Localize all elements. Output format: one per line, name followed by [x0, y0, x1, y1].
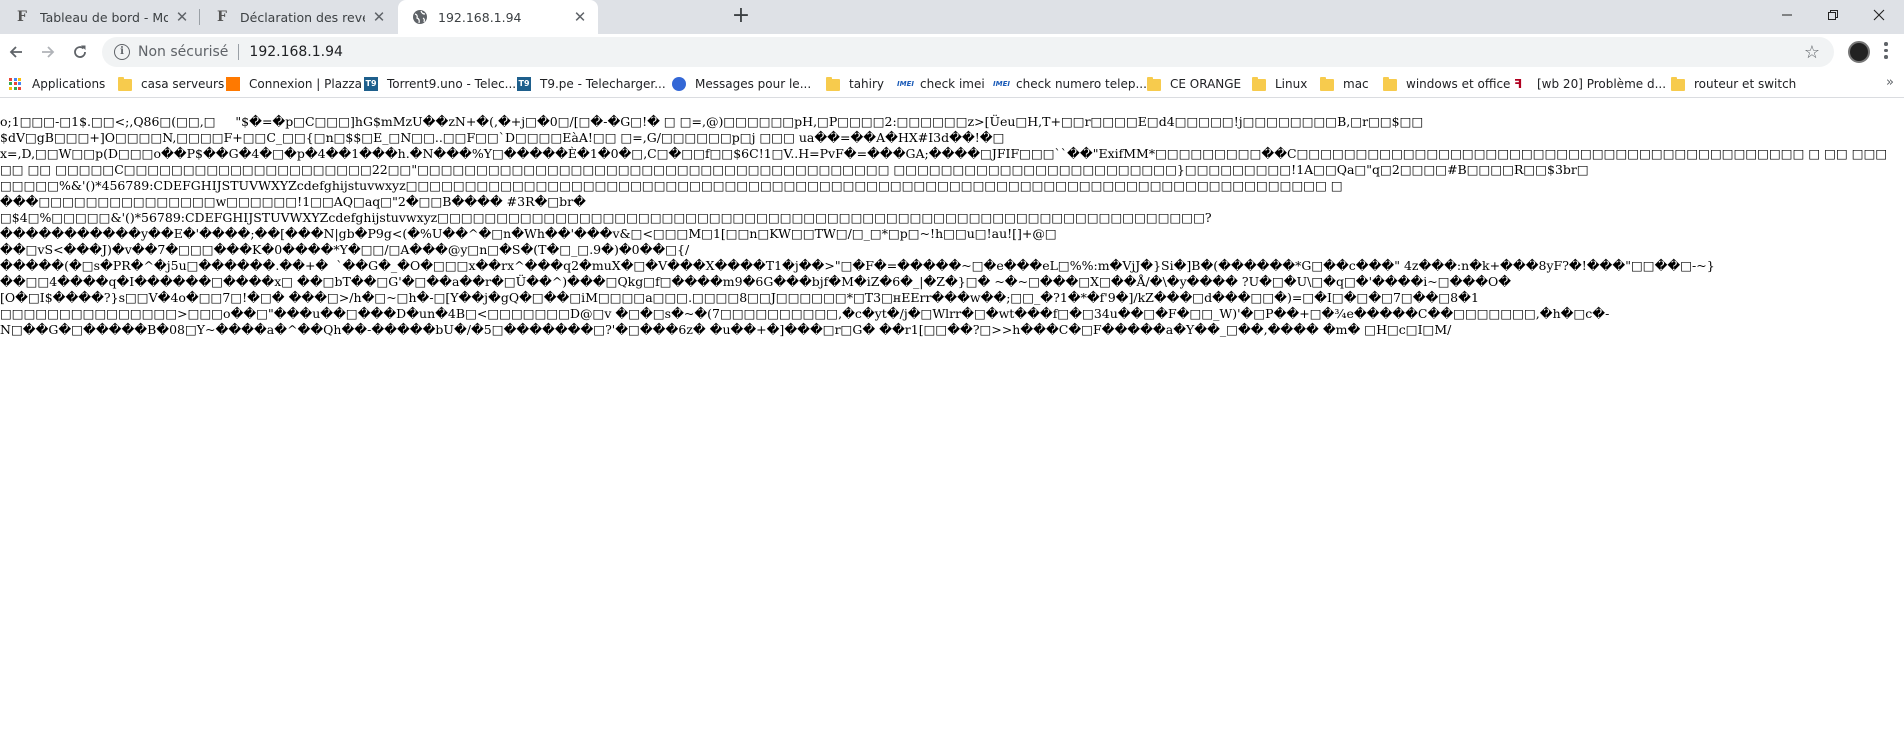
more-bookmarks-icon[interactable]: » [1886, 75, 1894, 90]
bookmark-label: windows et office [1406, 77, 1511, 91]
content-line: □$4□%□□□□□&'()*56789:CDEFGHIJSTUVWXYZcde… [0, 210, 1212, 225]
tab-strip: F Tableau de bord - Mon espace pe ✕ F Dé… [0, 0, 1904, 34]
content-line: □□ □□ □□□□□C□□□□□□□□□□□□□□□□□□□□□22□□"□□… [0, 162, 1589, 177]
tab-title: Tableau de bord - Mon espace pe [40, 9, 168, 25]
folder-icon [826, 76, 840, 91]
reload-button[interactable] [66, 38, 94, 66]
bookmark-tahiry[interactable]: tahiry [826, 75, 884, 93]
bookmark-messages[interactable]: Messages pour le... [672, 75, 811, 93]
bookmark-label: Messages pour le... [695, 77, 812, 91]
bookmark-label: check imei [920, 77, 985, 91]
bookmark-label: T9.pe - Telecharger... [540, 77, 666, 91]
tab-title: 192.168.1.94 [438, 9, 522, 25]
info-icon[interactable]: i [114, 44, 130, 60]
back-button[interactable] [2, 38, 30, 66]
tab-favicon-f-icon: F [217, 9, 227, 25]
imei-icon: IMEI [897, 80, 914, 88]
folder-icon [1383, 76, 1397, 91]
bookmark-label: Torrent9.uno - Telec... [387, 77, 517, 91]
bookmarks-bar: Applications casa serveurs Connexion | P… [0, 70, 1904, 98]
bookmark-label: Connexion | Plazza [249, 77, 363, 91]
address-separator [238, 44, 240, 60]
bookmark-label: Applications [32, 77, 106, 91]
bookmark-t9-pe[interactable]: T9 T9.pe - Telecharger... [517, 75, 666, 93]
bookmark-label: mac [1343, 77, 1369, 91]
imei-icon: IMEI [993, 80, 1010, 88]
tab-declaration-revenus[interactable]: F Déclaration des revenus 2018 ✕ [200, 0, 397, 34]
content-line: □□□□□%&'()*456789:CDEFGHIJSTUVWXYZcdefgh… [0, 178, 1343, 193]
bookmark-check-imei[interactable]: IMEI check imei [897, 75, 985, 93]
globe-icon [412, 9, 428, 25]
toolbar: i Non sécurisé 192.168.1.94 ☆ [0, 34, 1904, 70]
bookmark-connexion-plazza[interactable]: Connexion | Plazza [226, 75, 362, 93]
bookmark-windows-et-office[interactable]: windows et office [1383, 75, 1510, 93]
orange-logo-icon [226, 77, 240, 91]
close-window-button[interactable] [1856, 0, 1902, 30]
content-line: �����������y��E�'����;��[���N|gb�P9g<(�%… [0, 226, 1057, 241]
bookmark-label: tahiry [849, 77, 885, 91]
messages-icon [672, 77, 686, 91]
bookmark-torrent9-uno[interactable]: T9 Torrent9.uno - Telec... [364, 75, 516, 93]
content-line: [O�□I$����?}s□□V�4o�□□7□!�□� ���□>/h�□~□… [0, 290, 1479, 305]
wb-logo-icon: ꟻ [1514, 77, 1523, 91]
tab-title: Déclaration des revenus 2018 [240, 9, 365, 25]
close-tab-icon[interactable]: ✕ [174, 9, 190, 25]
content-line: o;1□□□-□1$.□□<;,Q86□(□□,□ "$�=�p□C□□□]hG… [0, 114, 1424, 129]
folder-icon [1147, 76, 1161, 91]
bookmark-label: routeur et switch [1694, 77, 1797, 91]
tab-favicon-f-icon: F [17, 9, 27, 25]
bookmark-label: CE ORANGE [1170, 77, 1242, 91]
tab-192-168-1-94[interactable]: 192.168.1.94 ✕ [398, 0, 598, 34]
new-tab-button[interactable]: + [728, 5, 754, 29]
profile-avatar-icon[interactable] [1848, 41, 1870, 63]
folder-icon [118, 76, 132, 91]
forward-arrow-icon [42, 46, 55, 58]
close-tab-icon[interactable]: ✕ [371, 9, 387, 25]
content-line: �����(�□s�PR�^�j5u□������.��+� `��G�_�O�… [0, 258, 1715, 273]
folder-icon [1320, 76, 1334, 91]
url-text[interactable]: 192.168.1.94 [249, 44, 343, 60]
bookmark-label: [wb 20] Problème d... [1537, 77, 1667, 91]
bookmark-mac[interactable]: mac [1320, 75, 1369, 93]
page-content: o;1□□□-□1$.□□<;,Q86□(□□,□ "$�=�p□C□□□]hG… [0, 114, 1904, 338]
content-line: N□��G�□�����B�08□Y~����a�^��Qh��-�����bU… [0, 322, 1452, 337]
bookmark-label: casa serveurs [141, 77, 225, 91]
tab-tableau-de-bord[interactable]: F Tableau de bord - Mon espace pe ✕ [0, 0, 200, 34]
security-label: Non sécurisé [138, 44, 229, 60]
close-tab-icon[interactable]: ✕ [572, 9, 588, 25]
t9-logo-icon: T9 [364, 77, 378, 91]
bookmark-label: Linux [1275, 77, 1308, 91]
apps-grid-icon [9, 77, 23, 91]
minimize-button[interactable] [1764, 0, 1810, 30]
t9-logo-icon: T9 [517, 77, 531, 91]
folder-icon [1671, 76, 1685, 91]
bookmark-linux[interactable]: Linux [1252, 75, 1307, 93]
address-bar[interactable]: i Non sécurisé 192.168.1.94 ☆ [102, 37, 1834, 67]
back-arrow-icon [9, 46, 22, 58]
reload-icon [74, 45, 86, 58]
bookmark-wb20[interactable]: ꟻ [wb 20] Problème d... [1514, 75, 1666, 93]
bookmark-star-icon[interactable]: ☆ [1804, 42, 1820, 63]
forward-button[interactable] [34, 38, 62, 66]
bookmark-check-numero[interactable]: IMEI check numero telep... [993, 75, 1147, 93]
content-line: x=,D,□□W□□p(D□□□o��P$��G�4�□�p�4��1���h.… [0, 146, 1888, 161]
bookmark-casa-serveurs[interactable]: casa serveurs [118, 75, 224, 93]
content-line: ��□vS<���J)�v��7�□□□���K�0����*Y�□□/□A��… [0, 242, 690, 257]
restore-button[interactable] [1810, 0, 1856, 30]
bookmark-routeur-et-switch[interactable]: routeur et switch [1671, 75, 1796, 93]
content-line: □□□□□□□□□□□□□□□>□□□o��□"���u��□���D�un�4… [0, 306, 1610, 321]
content-line: ���□□□□□□□□□□□□□□□w□□□□□□!1□□AQ□aq□"2�□□… [0, 194, 586, 209]
bookmark-label: check numero telep... [1016, 77, 1147, 91]
bookmark-ce-orange[interactable]: CE ORANGE [1147, 75, 1241, 93]
bookmark-applications[interactable]: Applications [9, 75, 105, 93]
content-line: $dV□gB□□□+]O□□□□N,□□□□F+□□C_□□{□n□$$□E_□… [0, 130, 1005, 145]
content-line: ��□□4����q�I������□����x□ ��□bT��□G'�□��… [0, 274, 1512, 289]
folder-icon [1252, 76, 1266, 91]
menu-dots-icon[interactable] [1884, 42, 1888, 62]
